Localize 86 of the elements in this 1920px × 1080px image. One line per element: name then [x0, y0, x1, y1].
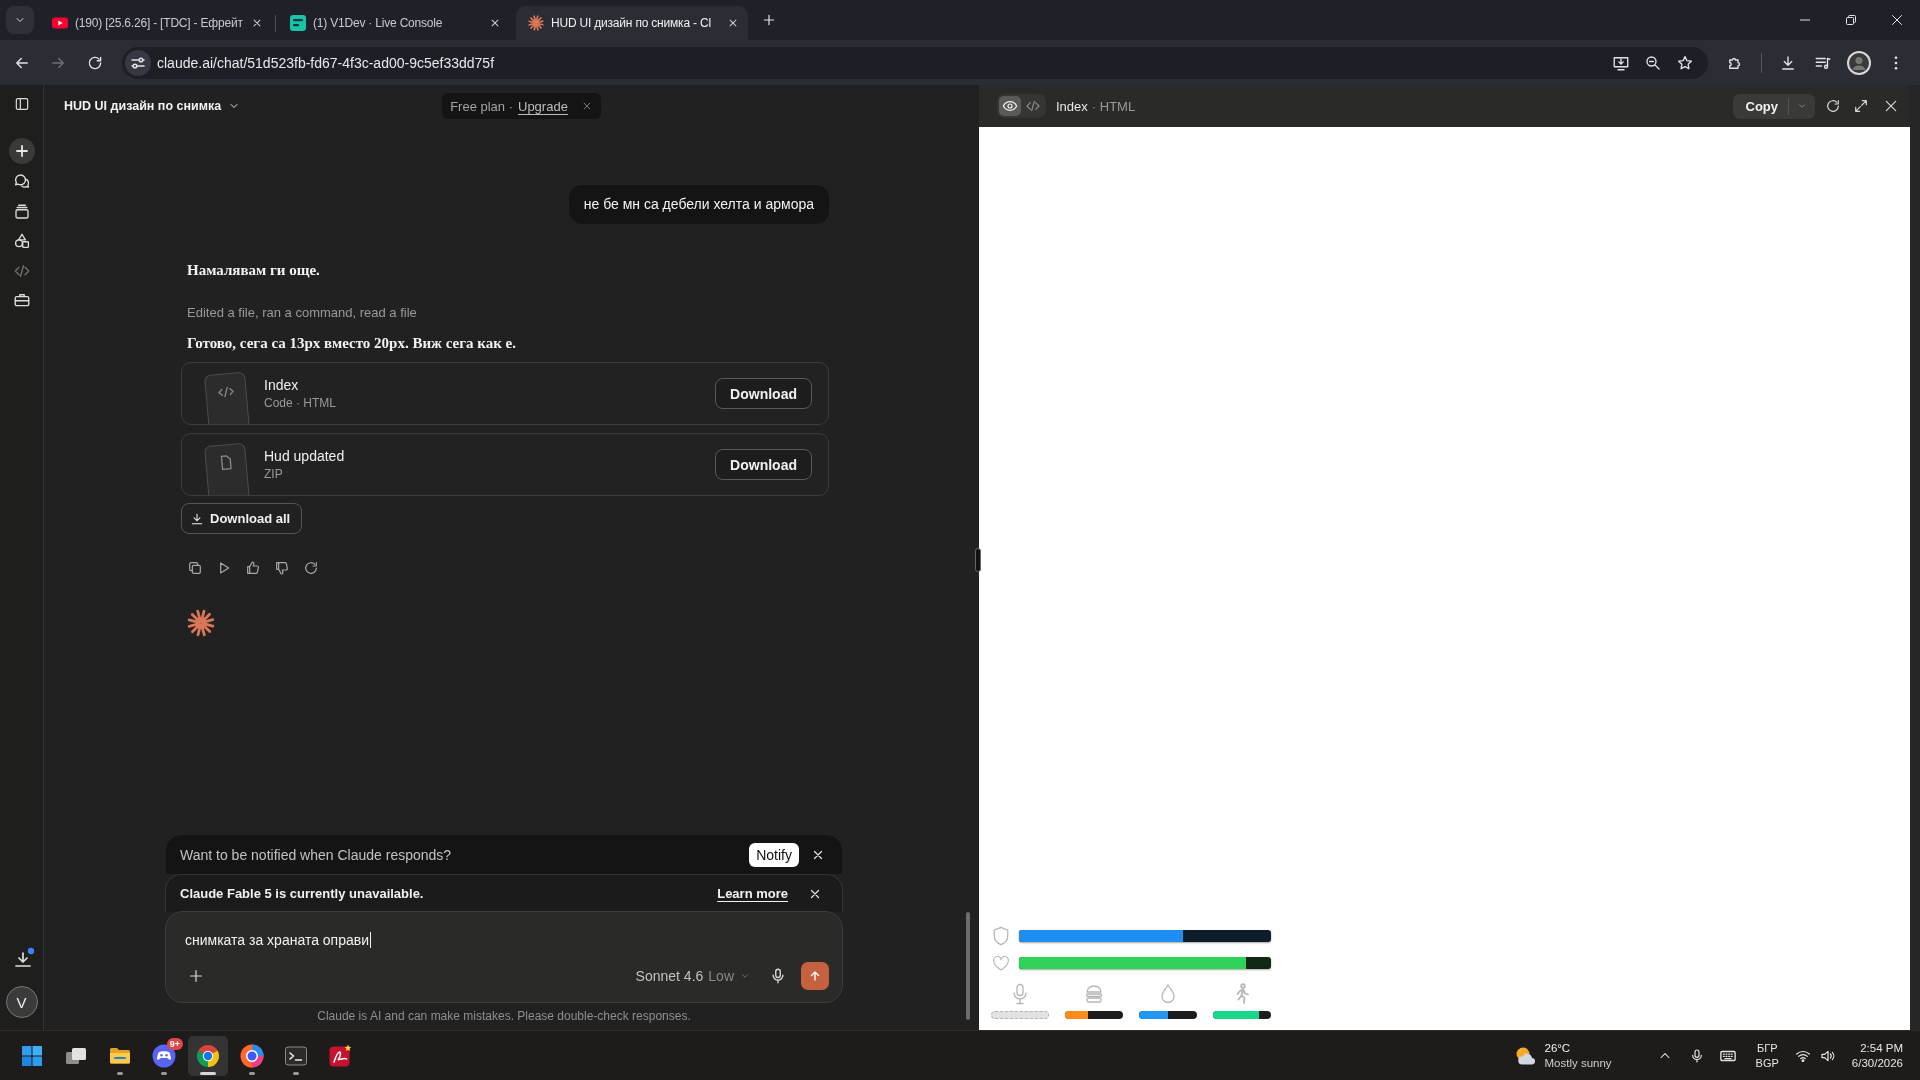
terminal-icon: [284, 1043, 308, 1068]
restore-icon[interactable]: [1846, 15, 1856, 25]
code-icon: [1025, 98, 1041, 114]
sidebar-toggle-icon[interactable]: [13, 96, 30, 112]
input-language[interactable]: БГР BGP: [1755, 1040, 1779, 1071]
notification-badge: 9+: [166, 1037, 183, 1050]
upgrade-link[interactable]: Upgrade: [518, 98, 568, 114]
resize-handle[interactable]: [975, 548, 981, 572]
microphone-icon: [1010, 983, 1030, 1005]
expand-icon[interactable]: [1853, 98, 1869, 114]
browser-tab[interactable]: HUD UI дизайн по снимка - Cl: [516, 6, 748, 40]
curve-tile-icon: [328, 1043, 352, 1068]
notify-button[interactable]: Notify: [749, 842, 799, 867]
download-icon: [190, 511, 204, 526]
file-name: Index: [264, 376, 300, 394]
download-all-button[interactable]: Download all: [181, 503, 303, 534]
user-avatar[interactable]: V: [5, 986, 38, 1018]
zoom-out-icon[interactable]: [1644, 53, 1662, 72]
copy-icon[interactable]: [187, 560, 203, 576]
notice-text: Claude Fable 5 is currently unavailable.: [180, 886, 424, 901]
chevron-down-icon: [740, 971, 750, 981]
file-card[interactable]: Index Code · HTML Download: [181, 362, 829, 425]
briefcase-icon[interactable]: [12, 291, 31, 309]
burger-icon: [1084, 983, 1104, 1005]
thumbs-up-icon[interactable]: [245, 560, 261, 576]
refresh-icon[interactable]: [1825, 98, 1841, 114]
taskbar-button[interactable]: 9+: [144, 1035, 184, 1076]
notification-text: Want to be notified when Claude responds?: [180, 846, 452, 863]
plus-circle-icon[interactable]: [8, 138, 35, 164]
artifact-type: · HTML: [1091, 98, 1136, 114]
arrow-up-icon: [808, 969, 822, 983]
stack-icon[interactable]: [12, 203, 31, 221]
assistant-message: Намалявам ги още.: [186, 261, 321, 280]
download-icon[interactable]: [1779, 53, 1797, 72]
file-type: ZIP: [264, 466, 284, 482]
close-icon[interactable]: [809, 887, 821, 900]
browser-tab[interactable]: (1) V1Dev · Live Console: [278, 6, 510, 40]
chat-bubbles-icon[interactable]: [12, 172, 31, 190]
play-logo-icon: [52, 15, 68, 31]
plan-label: Free plan ·: [450, 98, 513, 114]
heart-icon: [992, 953, 1010, 973]
disclaimer-text: Claude is AI and can make mistakes. Please double-check responses.: [316, 1008, 692, 1024]
tune-icon[interactable]: [125, 49, 151, 76]
eye-icon: [1002, 98, 1018, 114]
clock[interactable]: 2:54 PM 6/30/2026: [1851, 1040, 1903, 1071]
round-logo-icon: [196, 1043, 220, 1068]
download-button[interactable]: Download: [715, 449, 812, 480]
user-message: не бе мн са дебели хелта и армора: [568, 185, 829, 224]
plus-icon[interactable]: [761, 12, 777, 28]
drop-icon: [1158, 983, 1178, 1005]
file-card[interactable]: Hud updated ZIP Download: [181, 433, 829, 496]
spark-icon: [528, 15, 544, 31]
artifact-title: Index: [1056, 98, 1088, 114]
close-icon[interactable]: [1892, 15, 1902, 25]
shapes-icon[interactable]: [12, 232, 31, 250]
send-button[interactable]: [801, 962, 829, 990]
taskbar-button[interactable]: [188, 1035, 228, 1076]
download-button[interactable]: Download: [715, 378, 812, 409]
plus-icon[interactable]: [188, 968, 204, 984]
shield-icon: [992, 926, 1010, 946]
chat-title-menu[interactable]: HUD UI дизайн по снимка: [64, 99, 241, 113]
scrollbar-thumb[interactable]: [966, 912, 970, 1020]
copy-button[interactable]: Copy: [1732, 98, 1788, 114]
square-logo-icon: [290, 15, 306, 31]
model-selector[interactable]: Sonnet 4.6 Low: [635, 968, 750, 984]
close-icon[interactable]: [812, 848, 824, 861]
weather-widget[interactable]: 26°C Mostly sunny: [1513, 1040, 1612, 1071]
activity-summary[interactable]: Edited a file, ran a command, read a file: [181, 303, 417, 323]
thumbs-down-icon[interactable]: [274, 560, 290, 576]
assistant-message: Готово, сега са 13px вместо 20px. Виж сега как е.: [186, 334, 517, 353]
file-name: Hud updated: [264, 447, 345, 465]
message-input[interactable]: снимката за храната оправи: [185, 930, 829, 950]
view-toggle[interactable]: [999, 96, 1021, 116]
file-type: Code · HTML: [264, 395, 337, 411]
code-icon[interactable]: [12, 262, 31, 280]
spark-icon: [187, 609, 215, 637]
star-icon[interactable]: [1676, 53, 1694, 72]
learn-more-link[interactable]: Learn more: [717, 886, 788, 901]
browser-tab[interactable]: (190) [25.6.26] - [TDC] - Ефрейт: [40, 6, 272, 40]
download-icon[interactable]: [12, 947, 35, 969]
profile-avatar-icon[interactable]: [1847, 50, 1871, 75]
close-icon[interactable]: [1883, 98, 1899, 114]
retry-icon[interactable]: [303, 560, 319, 576]
four-squares-icon: [20, 1043, 44, 1068]
ring-logo-icon: [240, 1043, 264, 1068]
address-bar[interactable]: claude.ai/chat/51d523fb-fd67-4f3c-ad00-9c5ef33dd75f: [122, 46, 1708, 79]
